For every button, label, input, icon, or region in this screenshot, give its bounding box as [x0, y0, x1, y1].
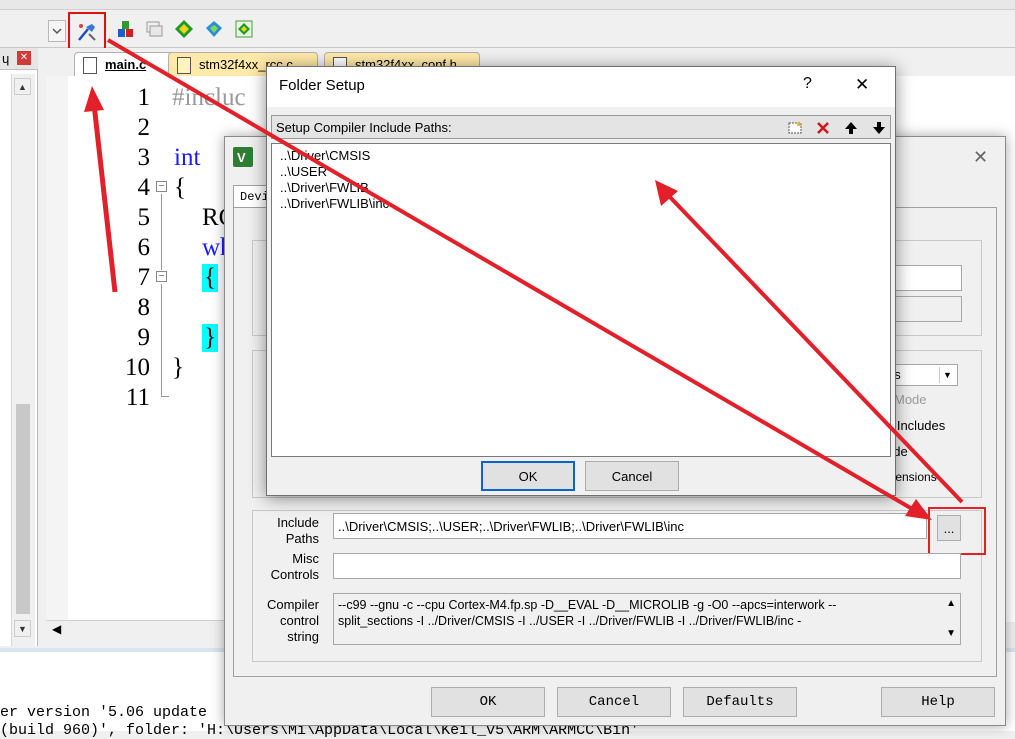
- svg-text:V: V: [237, 150, 246, 165]
- options-ok-button[interactable]: OK: [431, 687, 545, 717]
- move-up-icon[interactable]: [840, 118, 862, 137]
- fold-line: [161, 194, 162, 270]
- options-cancel-button[interactable]: Cancel: [557, 687, 671, 717]
- main-toolbar: [0, 0, 1015, 54]
- editor-horizontal-scrollbar[interactable]: ◀: [46, 620, 226, 638]
- options-dialog-close-icon[interactable]: ✕: [973, 147, 988, 168]
- code-line-9-brace: }: [202, 324, 218, 352]
- folder-setup-titlebar: Folder Setup ? ✕: [267, 67, 895, 107]
- options-help-button[interactable]: Help: [881, 687, 995, 717]
- line-number: 11: [125, 384, 150, 411]
- project-panel-scrollbar[interactable]: ▲ ▼: [11, 74, 35, 646]
- code-line-3: int: [174, 144, 201, 171]
- line-number: 4: [137, 174, 151, 201]
- select-software-packs-button[interactable]: [202, 18, 226, 42]
- line-number: 7: [137, 264, 151, 291]
- line-number: 1: [137, 84, 151, 111]
- folder-setup-dialog: Folder Setup ? ✕ Setup Compiler Include …: [266, 66, 896, 496]
- scroll-left-arrow[interactable]: ◀: [52, 622, 61, 636]
- pack-installer-icon: [174, 19, 194, 42]
- compiler-control-string-field[interactable]: --c99 --gnu -c --cpu Cortex-M4.fp.sp -D_…: [333, 593, 961, 645]
- thumb-mode-label: Mode: [894, 392, 927, 407]
- code-line-7-brace: {: [202, 264, 218, 292]
- tab-label: main.c: [105, 57, 147, 72]
- project-panel-header: ɥ ✕: [0, 48, 38, 70]
- path-item[interactable]: ..\Driver\FWLIB\inc: [280, 196, 389, 212]
- line-number: 2: [137, 114, 151, 141]
- folder-setup-cancel-button[interactable]: Cancel: [585, 461, 679, 491]
- include-paths-list[interactable]: ..\Driver\CMSIS ..\USER ..\Driver\FWLIB …: [271, 143, 891, 457]
- line-number: 8: [137, 294, 151, 321]
- project-panel: ɥ ✕ ▲ ▼: [0, 48, 38, 646]
- include-paths-header-label: Setup Compiler Include Paths:: [276, 120, 452, 135]
- delete-path-icon[interactable]: [812, 118, 834, 137]
- editor-margin: [46, 76, 68, 622]
- include-paths-header: Setup Compiler Include Paths:: [271, 115, 891, 139]
- browse-highlight-box: [928, 507, 986, 555]
- software-packs-icon: [204, 19, 224, 42]
- manage-components-icon: [116, 19, 136, 42]
- misc-controls-label: Misc Controls: [270, 551, 319, 582]
- file-icon: [83, 57, 97, 74]
- file-icon: [177, 57, 191, 74]
- manage-components-button[interactable]: [114, 18, 138, 42]
- include-paths-label: Include Paths: [277, 515, 319, 546]
- toolbar-top-strip: [0, 0, 1015, 10]
- move-down-icon[interactable]: [868, 118, 890, 137]
- new-path-icon[interactable]: [784, 118, 806, 137]
- folder-setup-close-icon[interactable]: ✕: [855, 75, 869, 95]
- scroll-down-arrow[interactable]: ▼: [14, 620, 31, 637]
- scroll-up-icon[interactable]: ▲: [946, 596, 956, 612]
- scroll-down-icon[interactable]: ▼: [946, 626, 956, 642]
- tab-device-label: Devi: [240, 190, 269, 204]
- misc-controls-field[interactable]: [333, 553, 961, 579]
- code-line-4: {: [174, 174, 186, 201]
- path-item[interactable]: ..\Driver\CMSIS: [280, 148, 370, 164]
- batch-setup-button[interactable]: [142, 18, 166, 42]
- fold-toggle[interactable]: −: [156, 271, 167, 282]
- line-number: 9: [137, 324, 151, 351]
- chevron-down-icon: ▼: [939, 367, 955, 383]
- compiler-control-string-label: Compiler control string: [266, 597, 319, 644]
- line-number: 3: [137, 144, 151, 171]
- line-number: 5: [137, 204, 151, 231]
- help-icon[interactable]: ?: [803, 75, 812, 93]
- batch-setup-icon: [144, 19, 164, 42]
- output-line-1: er version '5.06 update: [0, 704, 208, 721]
- options-defaults-button[interactable]: Defaults: [683, 687, 797, 717]
- keil-app-icon: V: [233, 147, 253, 167]
- scroll-thumb[interactable]: [16, 404, 30, 614]
- run-time-environment-icon: [234, 19, 254, 42]
- fold-line-end: [161, 396, 169, 397]
- line-number: 10: [125, 354, 150, 381]
- toolbar-dropdown-button[interactable]: [48, 20, 66, 42]
- path-item[interactable]: ..\Driver\FWLIB: [280, 180, 369, 196]
- folder-setup-title: Folder Setup: [279, 77, 365, 94]
- compiler-string-line-1: --c99 --gnu -c --cpu Cortex-M4.fp.sp -D_…: [338, 598, 837, 612]
- folder-setup-ok-button[interactable]: OK: [481, 461, 575, 491]
- path-item[interactable]: ..\USER: [280, 164, 327, 180]
- code-line-10: }: [172, 354, 184, 381]
- code-line-1: #incluc: [172, 84, 246, 111]
- scroll-up-arrow[interactable]: ▲: [14, 78, 31, 95]
- fold-line: [161, 284, 162, 396]
- include-paths-field[interactable]: ..\Driver\CMSIS;..\USER;..\Driver\FWLIB;…: [333, 513, 927, 539]
- fold-toggle[interactable]: −: [156, 181, 167, 192]
- line-number: 6: [137, 234, 151, 261]
- panel-close-icon[interactable]: ✕: [17, 51, 31, 65]
- compiler-string-line-2: split_sections -I ../Driver/CMSIS -I ../…: [338, 614, 802, 628]
- pack-installer-button[interactable]: [172, 18, 196, 42]
- options-for-target-icon: [76, 21, 98, 46]
- panel-pin-icon: ɥ: [2, 51, 10, 66]
- run-time-environment-button[interactable]: [232, 18, 256, 42]
